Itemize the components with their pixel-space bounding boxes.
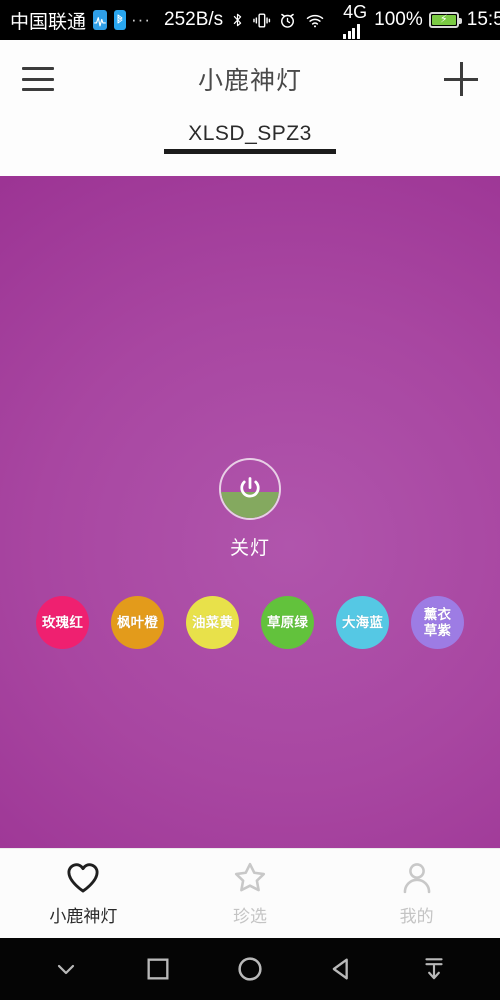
power-icon [240, 477, 260, 498]
more-icons-ellipsis: ··· [131, 10, 151, 29]
bluetooth-badge-icon [114, 10, 127, 30]
color-label: 枫叶橙 [116, 614, 159, 630]
color-label-line2: 草紫 [423, 622, 452, 638]
color-label: 大海蓝 [341, 614, 384, 630]
bluetooth-icon [230, 10, 245, 30]
system-navigation-bar [0, 938, 500, 1000]
nav-label: 珍选 [233, 906, 267, 926]
battery-charging-icon: ⚡ [428, 12, 462, 28]
app-bar: 小鹿神灯 [0, 40, 500, 118]
color-label: 薰衣 草紫 [424, 607, 451, 637]
status-bar: 中国联通 ··· 252B/s 4G 100% ⚡ 15:5 [0, 0, 500, 40]
color-label: 油菜黄 [191, 614, 234, 630]
color-preset-row: 玫瑰红 枫叶橙 油菜黄 草原绿 大海蓝 薰衣 草紫 [0, 596, 500, 649]
color-preset-rape-yellow[interactable]: 油菜黄 [186, 596, 239, 649]
lamp-control-panel: 关灯 玫瑰红 枫叶橙 油菜黄 草原绿 大海蓝 薰衣 草紫 [0, 176, 500, 848]
person-icon [403, 862, 431, 893]
power-section: 关灯 [0, 458, 500, 560]
color-preset-lavender-purple[interactable]: 薰衣 草紫 [411, 596, 464, 649]
nav-label: 我的 [399, 906, 434, 926]
carrier-label: 中国联通 [10, 11, 87, 33]
hamburger-menu-icon[interactable] [22, 67, 54, 91]
alarm-icon [278, 11, 297, 30]
plus-icon[interactable] [444, 62, 478, 96]
color-label-line1: 薰衣 [423, 607, 452, 623]
back-triangle-icon[interactable] [319, 946, 365, 992]
power-label: 关灯 [229, 538, 270, 559]
tab-xlsd-spz3[interactable]: XLSD_SPZ3 [164, 118, 336, 154]
heart-icon [67, 862, 99, 892]
power-toggle-button[interactable] [219, 458, 281, 520]
nav-item-lamp[interactable]: 小鹿神灯 [0, 849, 167, 938]
network-speed-label: 252B/s [164, 9, 224, 30]
nav-item-profile[interactable]: 我的 [333, 849, 500, 938]
color-preset-prairie-green[interactable]: 草原绿 [261, 596, 314, 649]
nav-item-selection[interactable]: 珍选 [167, 849, 334, 938]
nav-label: 小鹿神灯 [49, 906, 118, 926]
color-label: 草原绿 [266, 614, 309, 630]
network-type-label: 4G [343, 1, 368, 22]
cellular-signal-icon: 4G [333, 2, 367, 39]
collapse-download-icon[interactable] [411, 946, 457, 992]
page-title: 小鹿神灯 [197, 67, 302, 95]
chevron-down-icon[interactable] [43, 946, 89, 992]
color-preset-rose-red[interactable]: 玫瑰红 [36, 596, 89, 649]
vibrate-icon [252, 11, 271, 30]
color-label: 玫瑰红 [41, 614, 84, 630]
signal-badge-icon [93, 10, 108, 30]
clock-label: 15:51 [466, 9, 500, 30]
battery-percent-label: 100% [374, 9, 423, 30]
home-circle-icon[interactable] [227, 946, 273, 992]
device-tab-bar: XLSD_SPZ3 [0, 118, 500, 176]
phone-screen: 中国联通 ··· 252B/s 4G 100% ⚡ 15:5 小鹿神灯 XLSD… [0, 0, 500, 1000]
recents-square-icon[interactable] [135, 946, 181, 992]
bottom-navigation: 小鹿神灯 珍选 我的 [0, 848, 500, 938]
tab-label: XLSD_SPZ3 [188, 122, 312, 145]
color-preset-ocean-blue[interactable]: 大海蓝 [336, 596, 389, 649]
star-icon [234, 862, 266, 891]
color-preset-maple-orange[interactable]: 枫叶橙 [111, 596, 164, 649]
wifi-icon [304, 11, 326, 30]
